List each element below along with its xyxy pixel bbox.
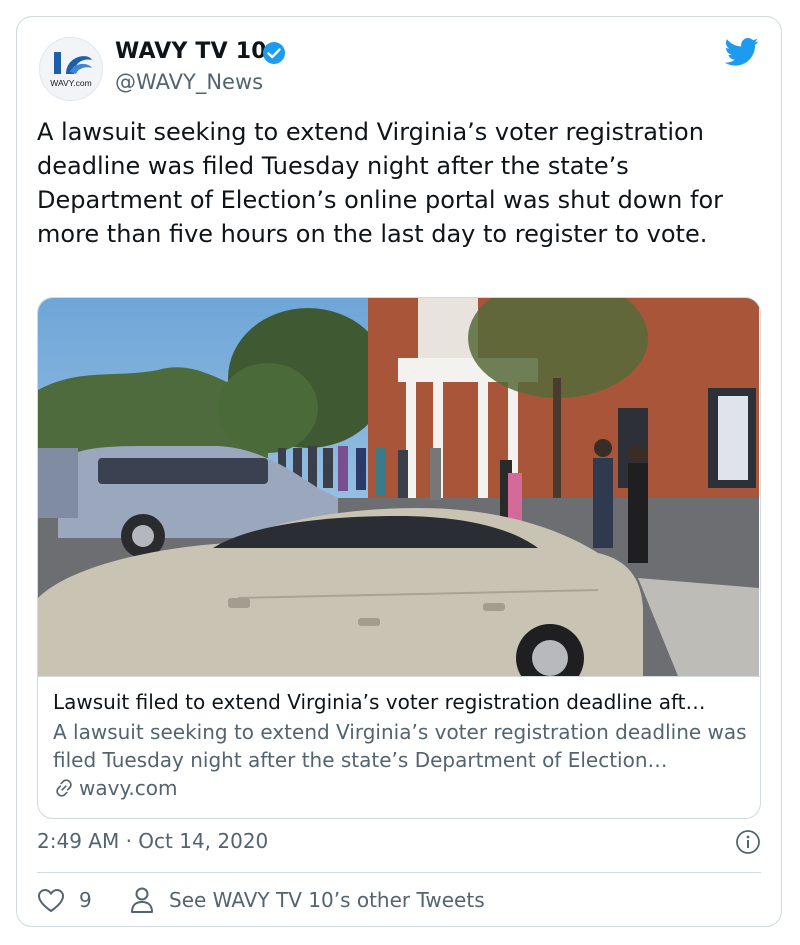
heart-icon[interactable] [37, 888, 65, 914]
avatar[interactable]: WAVY.com [39, 37, 103, 101]
card-title[interactable]: Lawsuit filed to extend Virginia’s voter… [53, 690, 753, 714]
verified-badge-icon [263, 42, 285, 64]
article-photo [38, 298, 759, 676]
twitter-bird-icon[interactable] [725, 37, 759, 67]
card-domain-text: wavy.com [79, 776, 178, 800]
tweet-card: WAVY.com WAVY TV 10 @WAVY_News A lawsuit… [16, 16, 782, 927]
card-domain[interactable]: wavy.com [53, 776, 178, 800]
tweet-timestamp[interactable]: 2:49 AM · Oct 14, 2020 [37, 829, 268, 853]
display-name[interactable]: WAVY TV 10 [115, 39, 267, 64]
wavy-logo-icon: WAVY.com [50, 52, 92, 88]
user-handle[interactable]: @WAVY_News [115, 70, 263, 94]
link-preview-card[interactable]: Lawsuit filed to extend Virginia’s voter… [37, 297, 761, 819]
like-count: 9 [79, 888, 92, 912]
person-icon [131, 887, 153, 913]
card-divider [38, 676, 760, 677]
link-icon [56, 779, 72, 797]
divider [37, 872, 761, 873]
see-other-tweets-link[interactable]: See WAVY TV 10’s other Tweets [169, 888, 485, 912]
tweet-text: A lawsuit seeking to extend Virginia’s v… [37, 118, 724, 248]
card-description: A lawsuit seeking to extend Virginia’s v… [53, 720, 747, 772]
info-icon[interactable] [735, 829, 761, 855]
svg-text:WAVY.com: WAVY.com [50, 78, 91, 88]
